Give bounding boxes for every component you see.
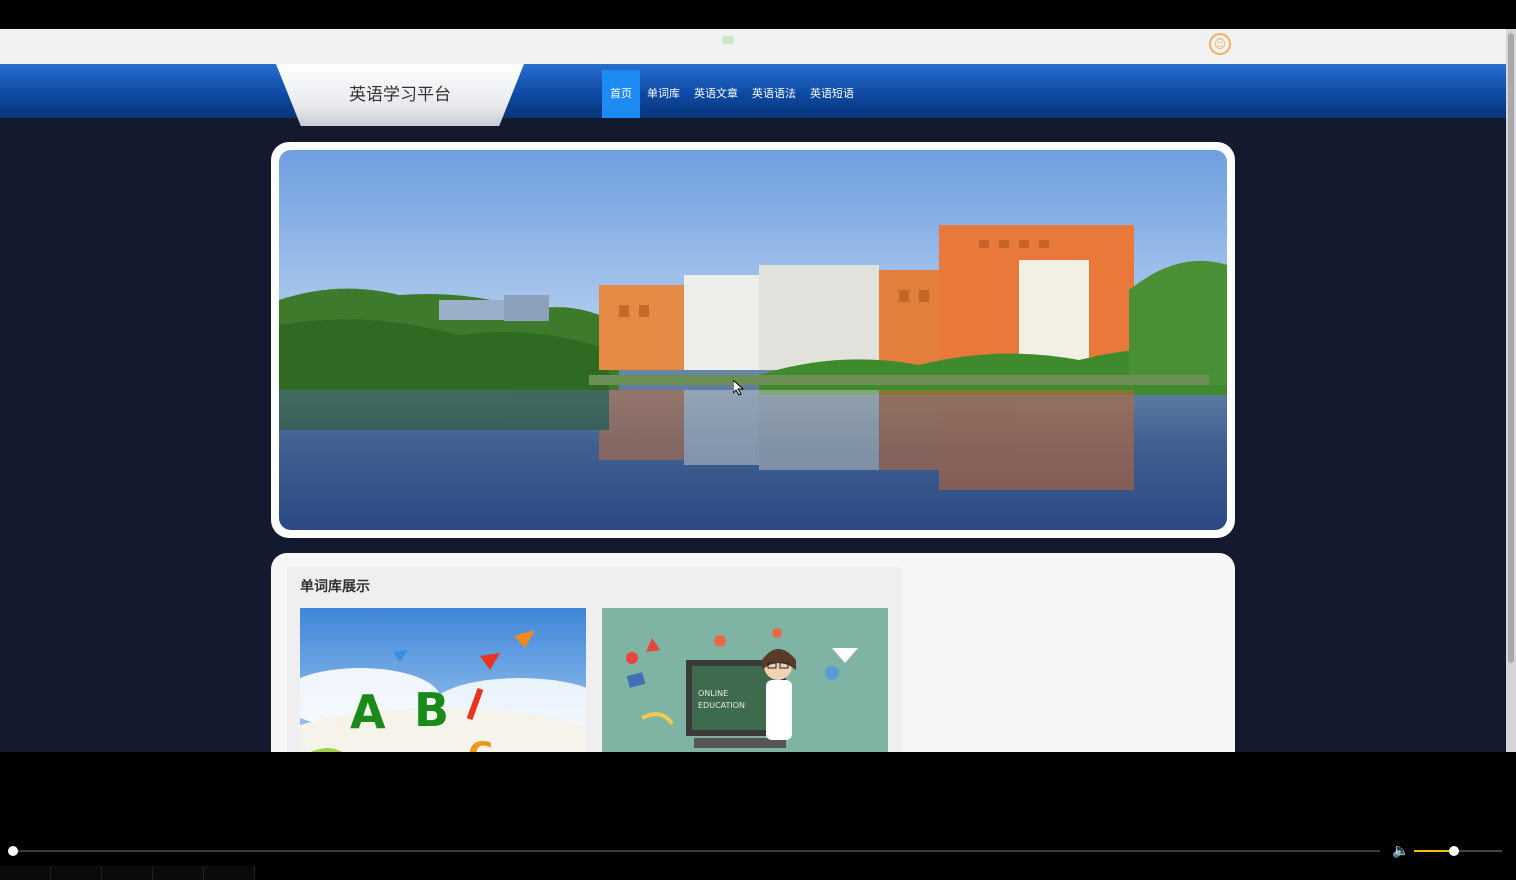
nav-item-phrases[interactable]: 英语短语 <box>803 70 861 118</box>
online-label: ONLINE <box>698 689 728 698</box>
mouse-cursor-icon <box>733 380 745 396</box>
top-user-strip: ☺ <box>0 29 1506 64</box>
video-player-controls: 🔈 <box>0 752 1516 880</box>
control-segment[interactable] <box>0 866 51 880</box>
site-logo[interactable]: 英语学习平台 <box>276 64 524 126</box>
letter-a: A <box>350 685 386 739</box>
education-label: EDUCATION <box>698 701 745 710</box>
user-avatar-icon[interactable]: ☺ <box>1209 33 1231 55</box>
seek-bar[interactable] <box>13 850 1380 852</box>
control-segment[interactable] <box>204 866 255 880</box>
hero-banner <box>271 142 1235 538</box>
nav-item-word-bank[interactable]: 单词库 <box>640 70 687 118</box>
word-bank-card-abc[interactable]: A B C <box>300 608 586 752</box>
nav-item-home[interactable]: 首页 <box>602 70 640 118</box>
nav-item-grammar[interactable]: 英语语法 <box>745 70 803 118</box>
section-title: 单词库展示 <box>300 579 370 595</box>
control-segment[interactable] <box>102 866 153 880</box>
letter-b: B <box>414 683 449 737</box>
site-title: 英语学习平台 <box>349 85 451 105</box>
volume-icon[interactable]: 🔈 <box>1392 843 1409 859</box>
volume-knob[interactable] <box>1449 846 1459 856</box>
seek-knob[interactable] <box>8 846 18 856</box>
main-navigation: 英语学习平台 首页 单词库 英语文章 英语语法 英语短语 <box>0 64 1506 126</box>
campus-lake-image <box>279 150 1227 530</box>
status-indicator <box>722 36 734 44</box>
nav-menu: 首页 单词库 英语文章 英语语法 英语短语 <box>602 70 861 118</box>
window-top-bar <box>0 0 1516 29</box>
volume-level <box>1414 850 1454 852</box>
abc-thumbnail-image: A B C <box>300 608 586 752</box>
nav-item-articles[interactable]: 英语文章 <box>687 70 745 118</box>
online-education-thumbnail-image: ONLINE EDUCATION <box>602 608 888 752</box>
word-bank-card-online-education[interactable]: ONLINE EDUCATION <box>602 608 888 752</box>
scrollbar-thumb[interactable] <box>1508 33 1514 663</box>
word-bank-panel: 单词库展示 A B ONLINE EDUCATION <box>287 567 902 752</box>
browser-viewport: ☺ 英语学习平台 首页 单词库 英语文章 英语语法 英语短语 单词库展示 A B… <box>0 29 1516 752</box>
letter-c: C <box>468 735 493 752</box>
control-segment[interactable] <box>51 866 102 880</box>
control-segment[interactable] <box>153 866 204 880</box>
player-bottom-row <box>0 866 1516 880</box>
page-scrollbar[interactable] <box>1506 29 1516 752</box>
word-bank-section: 单词库展示 A B ONLINE EDUCATION <box>271 553 1235 752</box>
